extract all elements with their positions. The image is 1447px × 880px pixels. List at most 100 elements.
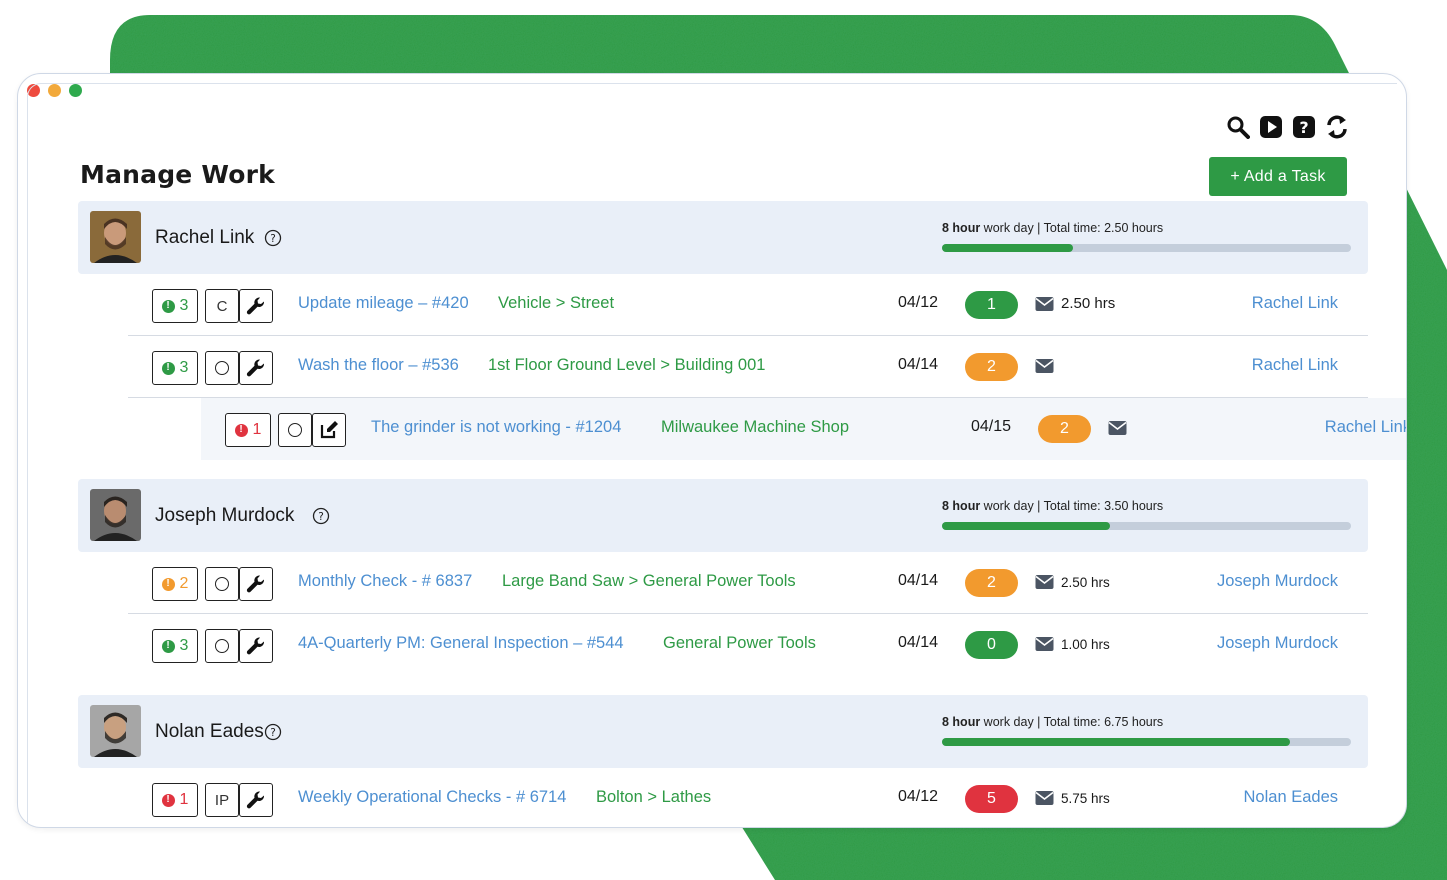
priority-badge[interactable]: ! 3: [152, 629, 198, 663]
priority-badge[interactable]: ! 3: [152, 351, 198, 385]
location-link[interactable]: Large Band Saw > General Power Tools: [502, 572, 796, 591]
alert-icon: !: [161, 639, 175, 653]
edit-icon[interactable]: [312, 413, 346, 447]
task-title-link[interactable]: The grinder is not working - #1204: [371, 418, 621, 437]
task-row[interactable]: ! 3 4A-Quarterly PM: General Inspection – …: [128, 614, 1368, 676]
mail-icon[interactable]: [1035, 574, 1054, 590]
task-title-link[interactable]: Monthly Check - # 6837: [298, 572, 472, 591]
person-name: Nolan Eades: [155, 721, 264, 742]
priority-number: 1: [252, 421, 262, 438]
work-day-summary: 8 hour work day | Total time: 6.75 hours: [942, 715, 1163, 729]
progress-bar: [942, 738, 1351, 746]
avatar: [90, 705, 141, 757]
task-title-link[interactable]: 4A-Quarterly PM: General Inspection – #5…: [298, 634, 624, 653]
due-date: 04/15: [971, 418, 1012, 435]
assignee-link[interactable]: Rachel Link: [1252, 294, 1338, 313]
status-badge[interactable]: [205, 351, 239, 385]
wrench-icon[interactable]: [239, 783, 273, 817]
alert-icon: !: [161, 299, 175, 313]
count-badge[interactable]: 5: [965, 785, 1018, 813]
wrench-icon[interactable]: [239, 629, 273, 663]
due-date: 04/12: [898, 294, 939, 311]
play-icon[interactable]: [1258, 114, 1283, 139]
task-title-link[interactable]: Wash the floor – #536: [298, 356, 459, 375]
due-date: 04/14: [898, 356, 939, 373]
priority-number: 2: [179, 575, 189, 592]
app-window: ? Manage Work + Add a Task Rachel Link? 8…: [17, 73, 1407, 828]
person-header: Rachel Link? 8 hour work day | Total time…: [78, 201, 1368, 274]
status-label: IP: [214, 791, 230, 809]
status-badge[interactable]: [205, 567, 239, 601]
toolbar: ?: [1225, 114, 1349, 139]
assignee-link[interactable]: Joseph Murdock: [1217, 572, 1338, 591]
mail-icon[interactable]: [1108, 420, 1127, 436]
status-badge[interactable]: C: [205, 289, 239, 323]
svg-text:?: ?: [270, 233, 276, 245]
count-badge[interactable]: 2: [965, 353, 1018, 381]
task-row[interactable]: ! 2 Monthly Check - # 6837 Large Band Saw >…: [128, 552, 1368, 614]
assignee-link[interactable]: Rachel Link: [1252, 356, 1338, 375]
location-link[interactable]: Milwaukee Machine Shop: [661, 418, 849, 437]
help-icon[interactable]: ?: [264, 229, 282, 247]
work-day-summary: 8 hour work day | Total time: 2.50 hours: [942, 221, 1163, 235]
task-row[interactable]: ! 1 The grinder is not working - #1204 Milw…: [201, 398, 1406, 460]
alert-icon: !: [161, 361, 175, 375]
priority-badge[interactable]: ! 1: [152, 783, 198, 817]
status-badge[interactable]: IP: [205, 783, 239, 817]
status-open-icon: [215, 639, 229, 653]
avatar: [90, 489, 141, 541]
status-badge[interactable]: [278, 413, 312, 447]
total-time: work day | Total time: 2.50 hours: [980, 221, 1164, 235]
hours-logged: 2.50 hrs: [1061, 575, 1110, 590]
location-link[interactable]: Vehicle > Street: [498, 294, 614, 313]
help-icon[interactable]: ?: [264, 723, 282, 741]
priority-badge[interactable]: ! 1: [225, 413, 271, 447]
mail-icon[interactable]: [1035, 358, 1054, 374]
mail-icon[interactable]: [1035, 296, 1054, 312]
status-open-icon: [288, 423, 302, 437]
count-badge[interactable]: 1: [965, 291, 1018, 319]
search-icon[interactable]: [1225, 114, 1250, 139]
progress-bar-fill: [942, 522, 1110, 530]
count-badge[interactable]: 2: [1038, 415, 1091, 443]
add-task-button[interactable]: + Add a Task: [1209, 157, 1347, 196]
priority-badge[interactable]: ! 3: [152, 289, 198, 323]
work-day-summary: 8 hour work day | Total time: 3.50 hours: [942, 499, 1163, 513]
assignee-link[interactable]: Nolan Eades: [1244, 788, 1338, 807]
assignee-link[interactable]: Joseph Murdock: [1217, 634, 1338, 653]
location-link[interactable]: 1st Floor Ground Level > Building 001: [488, 356, 765, 375]
assignee-link[interactable]: Rachel Link: [1325, 418, 1406, 437]
task-row[interactable]: ! 3 C Update mileage – #420 Vehicle > Street…: [128, 274, 1368, 336]
svg-text:?: ?: [318, 511, 324, 523]
mail-icon[interactable]: [1035, 636, 1054, 652]
progress-bar-fill: [942, 738, 1290, 746]
mail-icon[interactable]: [1035, 790, 1054, 806]
priority-number: 3: [179, 359, 189, 376]
location-link[interactable]: General Power Tools: [663, 634, 816, 653]
location-link[interactable]: Bolton > Lathes: [596, 788, 711, 807]
status-label: C: [216, 297, 228, 315]
status-open-icon: [215, 577, 229, 591]
due-date: 04/12: [898, 788, 939, 805]
due-date: 04/14: [898, 572, 939, 589]
sync-icon[interactable]: [1324, 114, 1349, 139]
wrench-icon[interactable]: [239, 567, 273, 601]
priority-badge[interactable]: ! 2: [152, 567, 198, 601]
task-title-link[interactable]: Weekly Operational Checks - # 6714: [298, 788, 566, 807]
task-row[interactable]: ! 3 Wash the floor – #536 1st Floor Ground …: [128, 336, 1368, 398]
alert-icon: !: [234, 423, 248, 437]
work-day-hours: 8 hour: [942, 221, 981, 235]
progress-bar: [942, 522, 1351, 530]
count-badge[interactable]: 2: [965, 569, 1018, 597]
wrench-icon[interactable]: [239, 289, 273, 323]
wrench-icon[interactable]: [239, 351, 273, 385]
help-icon[interactable]: ?: [312, 507, 330, 525]
person-name: Rachel Link: [155, 227, 255, 248]
task-title-link[interactable]: Update mileage – #420: [298, 294, 469, 313]
status-open-icon: [215, 361, 229, 375]
task-row[interactable]: ! 1 IP Weekly Operational Checks - # 6714 Bo…: [128, 768, 1368, 827]
status-badge[interactable]: [205, 629, 239, 663]
total-time: work day | Total time: 6.75 hours: [980, 715, 1164, 729]
count-badge[interactable]: 0: [965, 631, 1018, 659]
help-icon[interactable]: ?: [1291, 114, 1316, 139]
